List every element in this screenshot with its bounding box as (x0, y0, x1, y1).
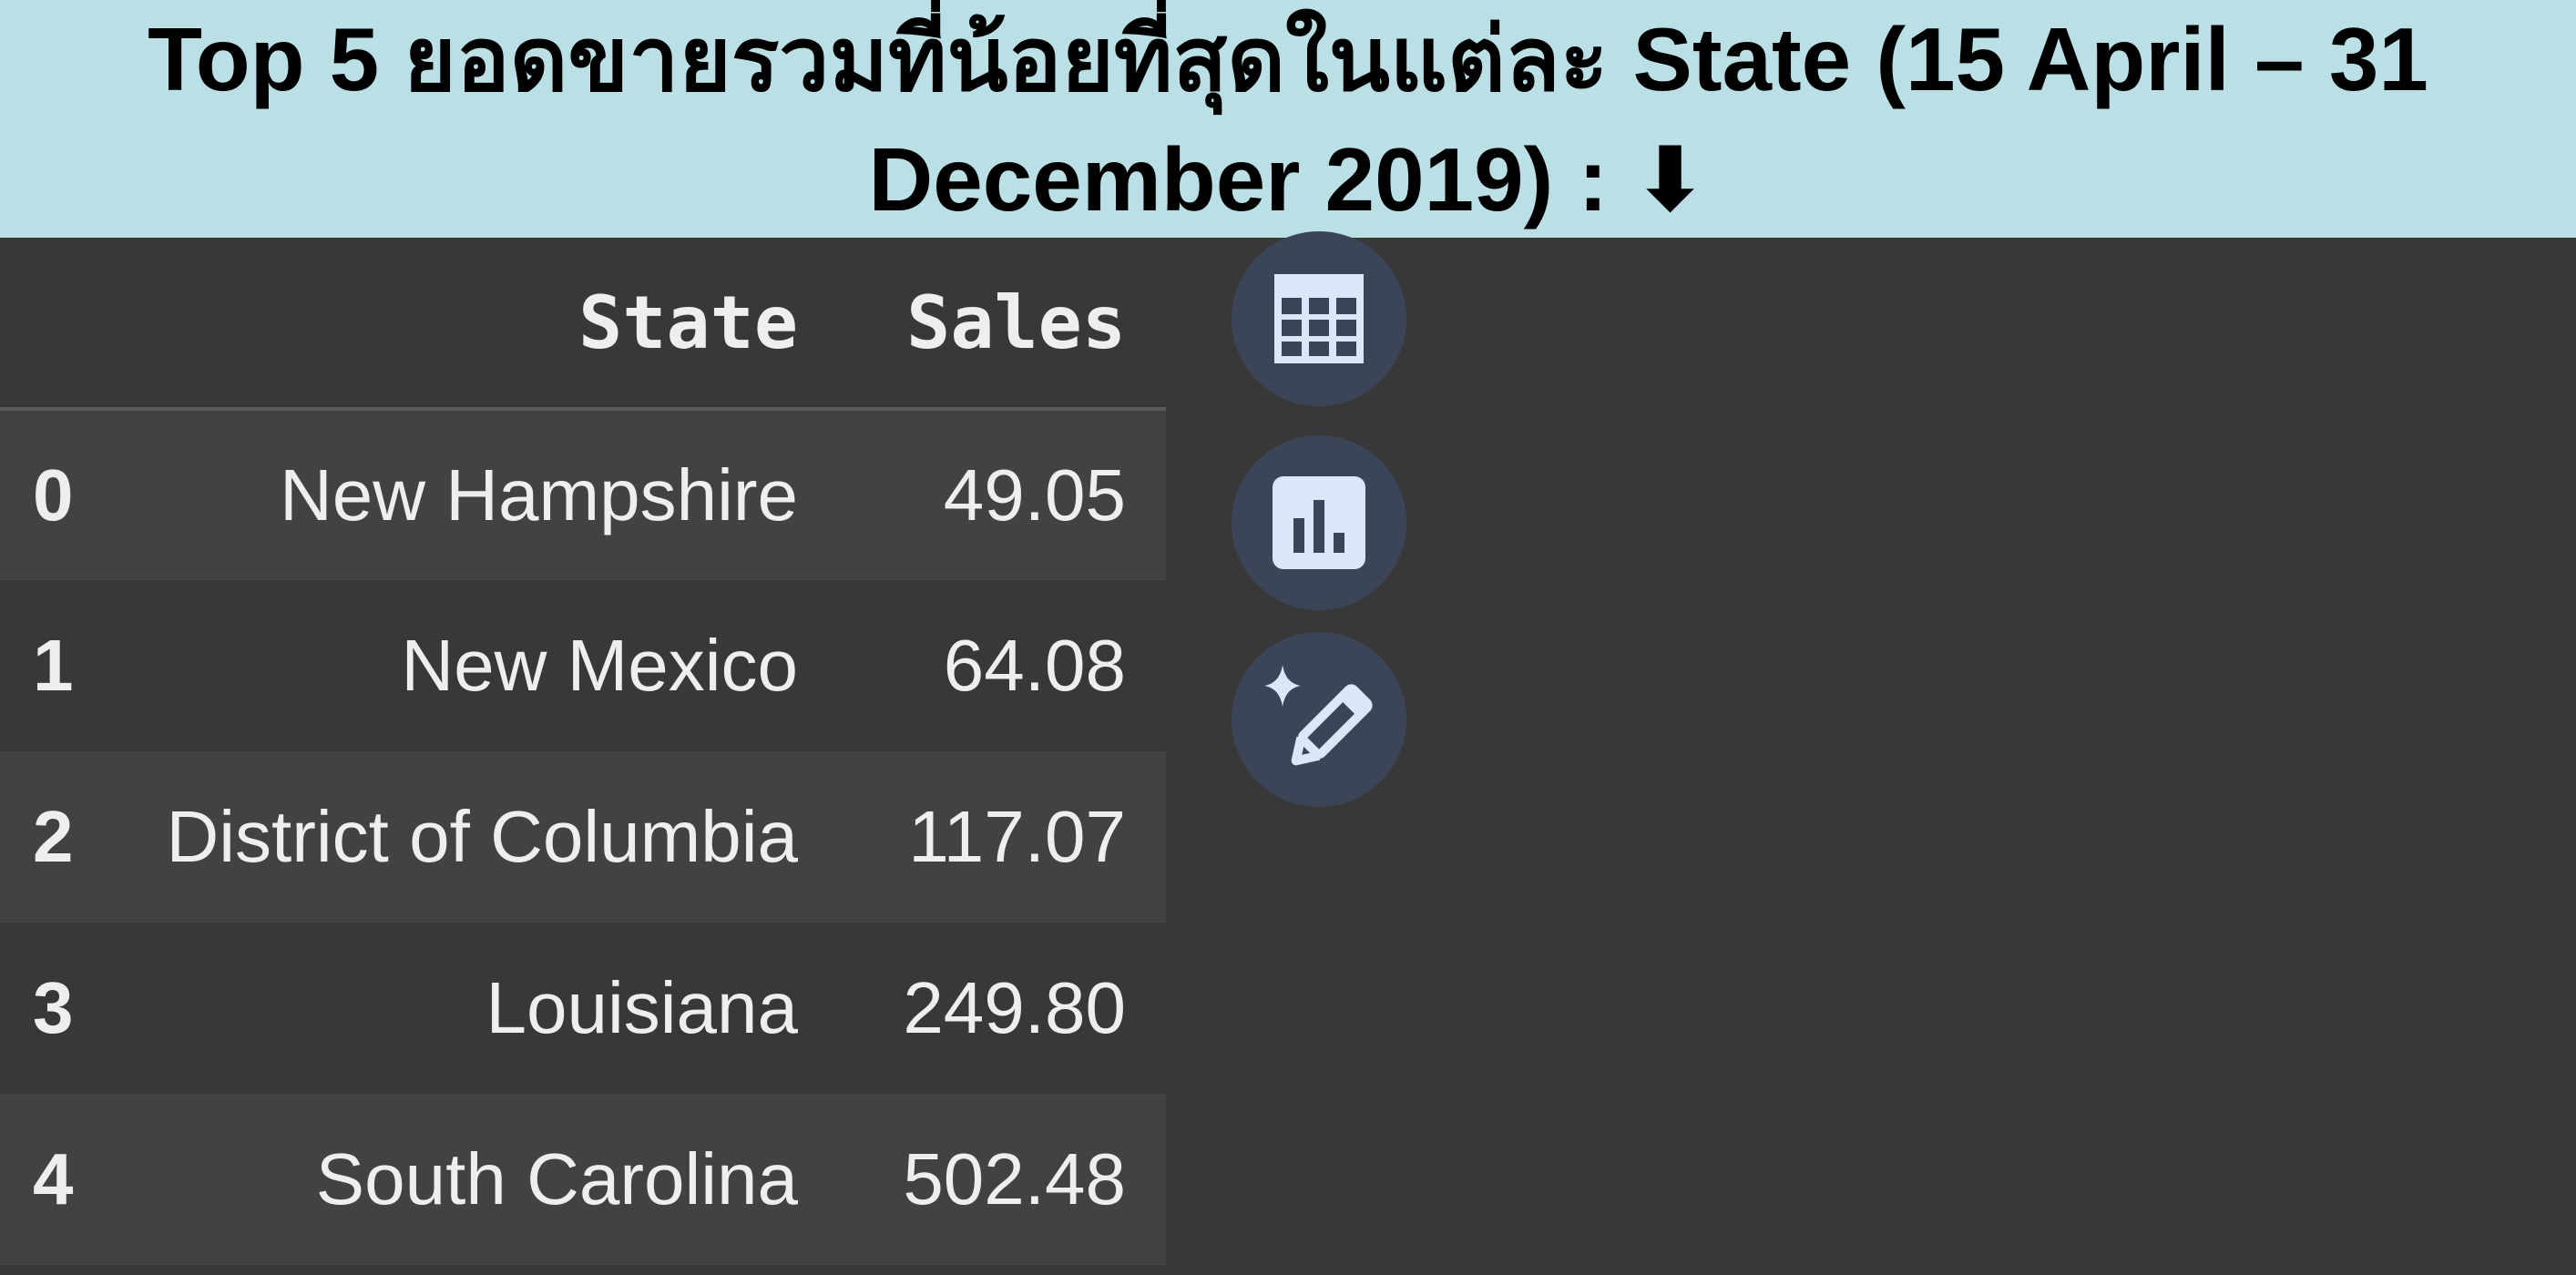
title-bar: Top 5 ยอดขายรวมที่น้อยที่สุดในแต่ละ Stat… (0, 0, 2576, 238)
cell-sales: 249.80 (903, 967, 1126, 1048)
cell-state: New Hampshire (279, 454, 798, 536)
table-row: 3 Louisiana 249.80 (0, 923, 1166, 1094)
table-row: 2 District of Columbia 117.07 (0, 751, 1166, 923)
column-header-index (0, 238, 118, 411)
cell-sales: 64.08 (943, 625, 1126, 706)
row-index: 1 (33, 625, 74, 706)
cell-sales: 502.48 (903, 1138, 1126, 1219)
cell-state: Louisiana (486, 967, 799, 1048)
row-index: 0 (33, 454, 74, 536)
cell-sales: 49.05 (943, 454, 1126, 536)
page-title: Top 5 ยอดขายรวมที่น้อยที่สุดในแต่ละ Stat… (148, 8, 2428, 230)
dataframe-table: State Sales 0 New Hampshire 49.05 1 New … (0, 238, 1166, 1265)
column-header-sales: Sales (838, 238, 1166, 411)
table-grid-icon (1274, 274, 1364, 363)
convert-to-interactive-table-button[interactable] (1232, 231, 1406, 406)
cell-state: New Mexico (401, 625, 798, 706)
cell-state: District of Columbia (166, 796, 798, 877)
row-index: 2 (33, 796, 74, 877)
column-header-state: State (118, 238, 838, 411)
table-header-row: State Sales (0, 238, 1166, 411)
cell-state: South Carolina (315, 1138, 798, 1219)
suggest-charts-button[interactable] (1232, 435, 1406, 610)
magic-pencil-icon (1264, 665, 1373, 766)
table-row: 4 South Carolina 502.48 (0, 1094, 1166, 1265)
row-index: 4 (33, 1138, 74, 1219)
row-index: 3 (33, 967, 74, 1048)
bar-chart-icon (1273, 476, 1365, 569)
table-row: 1 New Mexico 64.08 (0, 580, 1166, 751)
table-row: 0 New Hampshire 49.05 (0, 409, 1166, 580)
notebook-output: Top 5 ยอดขายรวมที่น้อยที่สุดในแต่ละ Stat… (0, 0, 2576, 1275)
cell-sales: 117.07 (908, 796, 1126, 877)
generate-code-button[interactable] (1232, 632, 1406, 807)
